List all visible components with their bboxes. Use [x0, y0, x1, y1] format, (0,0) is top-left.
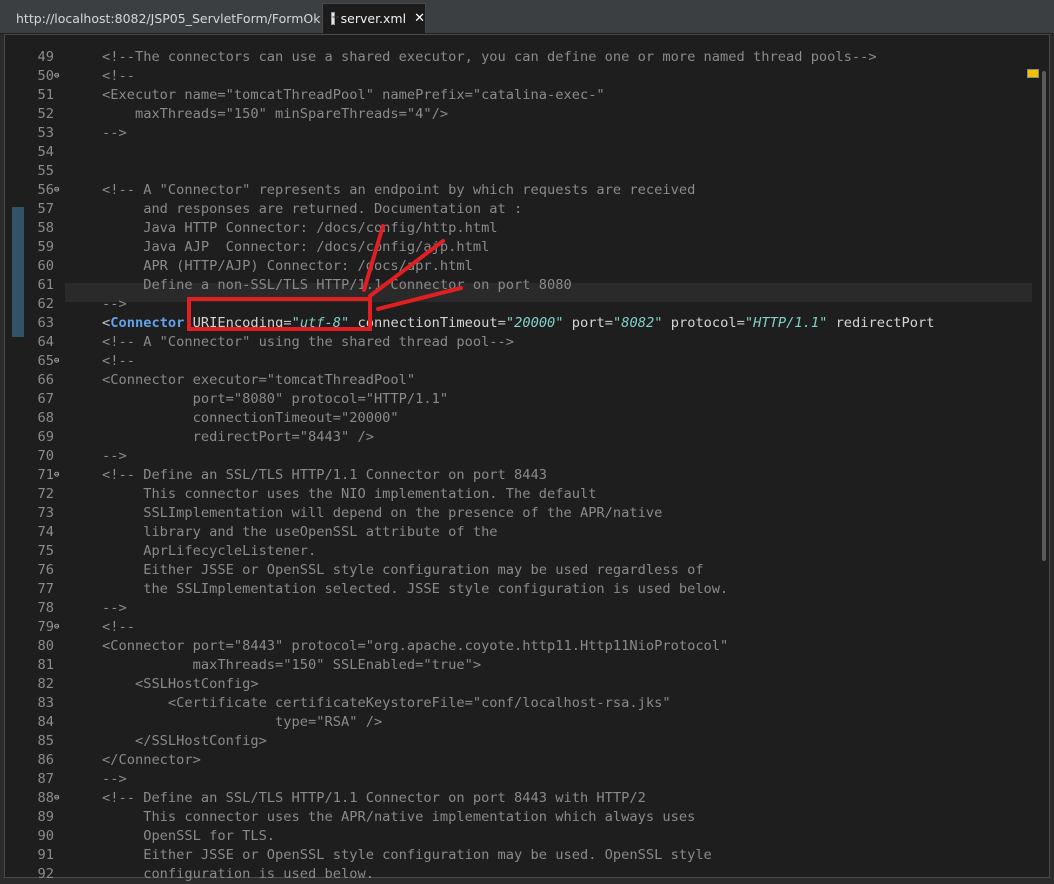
annotation-strokes — [362, 224, 463, 311]
annotation-stroke — [376, 286, 463, 311]
annotation-stroke — [368, 239, 445, 298]
annotation-stroke — [362, 224, 385, 292]
